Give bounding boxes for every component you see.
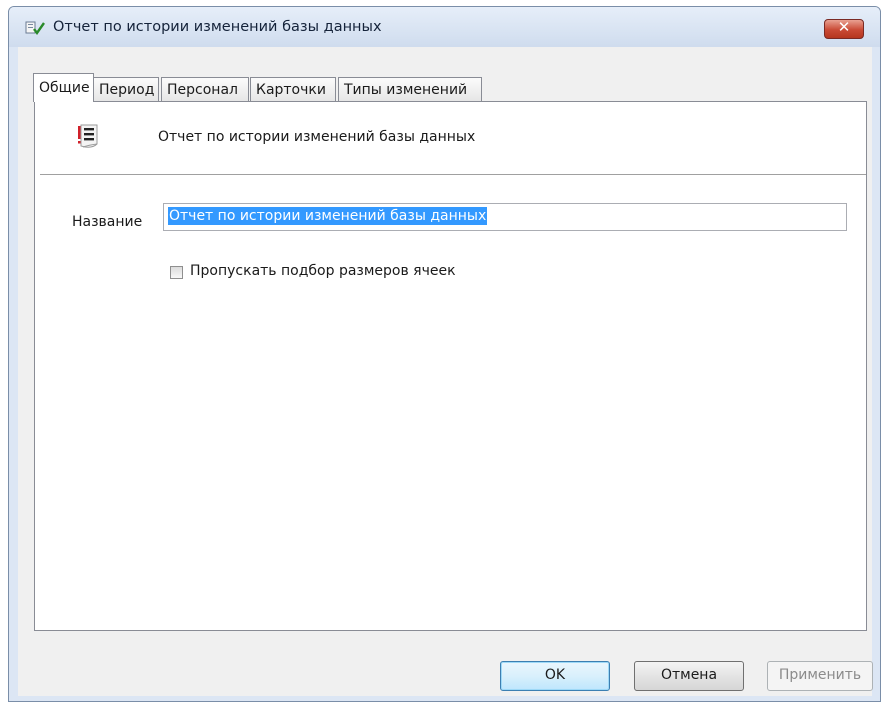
close-button[interactable]: ✕ [824,18,864,39]
skip-autofit-checkbox[interactable] [170,266,183,279]
tab-personnel[interactable]: Персонал [161,77,249,101]
dialog-client-area: Общие Период Персонал Карточки Типы изме… [18,47,873,696]
name-input[interactable]: Отчет по истории изменений базы данных [163,203,847,231]
apply-button[interactable]: Применить [767,661,873,691]
tab-cards[interactable]: Карточки [250,77,336,101]
name-input-value: Отчет по истории изменений базы данных [168,207,488,225]
title-bar[interactable]: Отчет по истории изменений базы данных ✕ [9,7,880,47]
tab-change-types[interactable]: Типы изменений [338,77,482,101]
dialog-window: Отчет по истории изменений базы данных ✕… [8,6,881,702]
report-title: Отчет по истории изменений базы данных [158,129,476,145]
cancel-button[interactable]: Отмена [634,661,744,691]
skip-autofit-label[interactable]: Пропускать подбор размеров ячеек [190,263,456,279]
report-list-icon [78,124,98,148]
window-title: Отчет по истории изменений базы данных [53,19,382,35]
ok-button[interactable]: OK [500,661,610,691]
tab-general[interactable]: Общие [33,73,94,102]
header-divider [40,174,866,175]
close-icon: ✕ [837,18,851,36]
tab-panel-general: Отчет по истории изменений базы данных Н… [34,101,867,631]
report-app-icon [25,21,45,36]
tab-period[interactable]: Период [93,77,159,101]
name-label: Название [72,214,143,230]
